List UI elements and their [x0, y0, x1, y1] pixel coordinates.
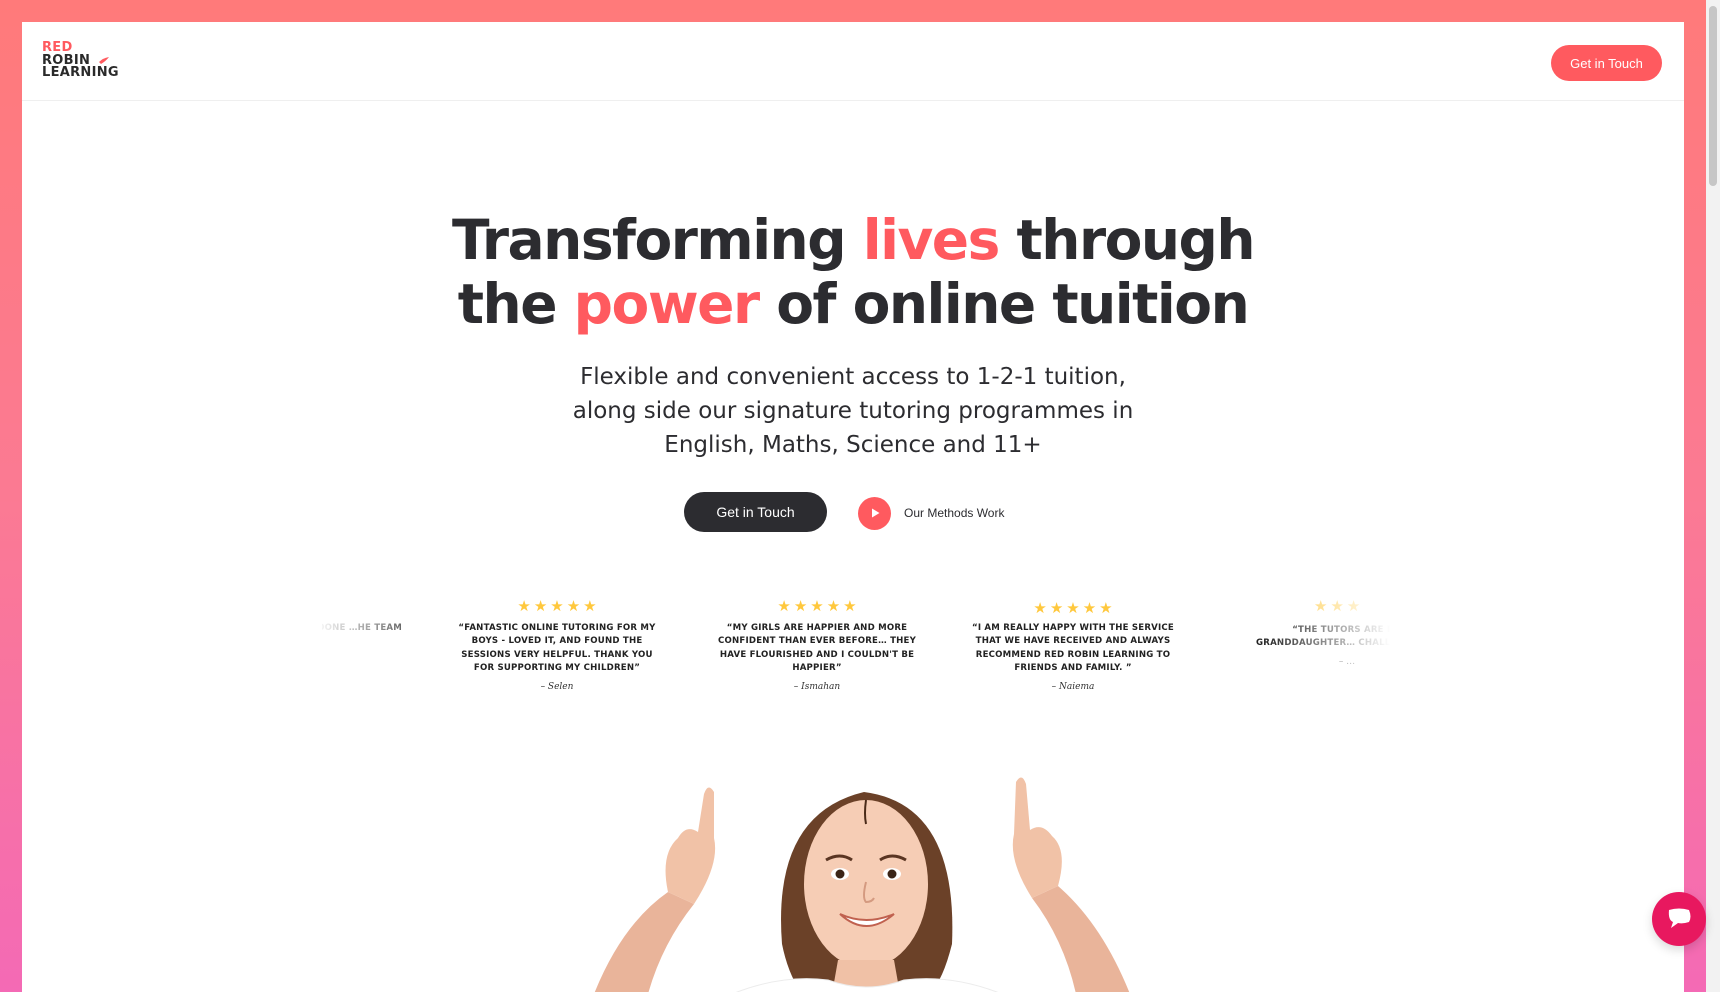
hero-title-accent-lives: lives [862, 208, 1001, 272]
hero-student-image [594, 777, 1130, 992]
review-quote: “I AM REALLY HAPPY WITH THE SERVICE THAT… [972, 623, 1174, 674]
review-card: ★ ★ ★ ★ ★ “FANTASTIC ONLINE TUTORING FOR MY … [452, 598, 662, 692]
star-icon: ★ [826, 598, 841, 615]
hero-title-text: through [998, 208, 1255, 272]
our-methods-label: Our Methods Work [904, 506, 1005, 520]
scrollbar-thumb[interactable] [1709, 6, 1717, 186]
star-icon: ★ [533, 598, 548, 615]
review-card: ★ ★ ★ “THE TUTORS ARE E… GRANDDAUGHTER… CH… [1242, 598, 1422, 667]
star-icon: ★ [1330, 598, 1344, 615]
review-stars: ★ ★ ★ ★ ★ [968, 600, 1178, 620]
star-icon: ★ [1314, 598, 1328, 615]
hero-subtitle-line: along side our signature tutoring progra… [572, 398, 1134, 424]
logo-line-learning: LEARNING [42, 65, 119, 80]
hero-subtitle: Flexible and convenient access to 1-2-1 … [22, 360, 1684, 462]
star-icon: ★ [566, 598, 581, 615]
review-quote: …ICE ON …AS DONE …HE TEAM [322, 623, 402, 633]
star-icon: ★ [843, 598, 857, 615]
review-quote: “MY GIRLS ARE HAPPIER AND MORE CONFIDENT… [717, 623, 917, 674]
hero-title-text: of online tuition [758, 272, 1250, 336]
star-icon: ★ [1033, 600, 1047, 617]
review-card: ★ ★ ★ ★ ★ “MY GIRLS ARE HAPPIER AND MORE CON… [712, 598, 922, 692]
review-stars: ★ ★ ★ [1242, 598, 1422, 618]
header-get-in-touch-button[interactable]: Get in Touch [1551, 45, 1662, 81]
hero-cta-row: Get in Touch Our Methods Work [684, 492, 1044, 534]
review-author: – … [1338, 656, 1356, 667]
star-icon: ★ [1346, 598, 1361, 615]
star-icon: ★ [1099, 600, 1113, 617]
review-quote: “THE TUTORS ARE E… GRANDDAUGHTER… CHALLE… [1256, 625, 1422, 649]
our-methods-video-link[interactable]: Our Methods Work [858, 496, 1004, 530]
page-scrollbar[interactable] [1706, 0, 1720, 992]
page: RED ROBIN LEARNING Get in Touch Transfor… [22, 22, 1684, 992]
star-icon: ★ [1082, 600, 1097, 617]
hero-title-text: Transforming [451, 208, 863, 272]
review-quote: “FANTASTIC ONLINE TUTORING FOR MY BOYS -… [458, 623, 656, 674]
star-icon: ★ [583, 598, 597, 615]
star-icon: ★ [1066, 600, 1080, 617]
review-author: – Naiema [1051, 681, 1095, 692]
review-stars [322, 598, 402, 618]
review-card: …ICE ON …AS DONE …HE TEAM [322, 598, 402, 635]
play-icon[interactable] [858, 496, 891, 530]
chat-widget-button[interactable] [1652, 892, 1706, 946]
review-author: – Ismahan [793, 681, 841, 692]
reviews-carousel[interactable]: …ICE ON …AS DONE …HE TEAM ★★★★★ “FANTAST… [322, 598, 1422, 728]
hero-subtitle-line: English, Maths, Science and 11+ [664, 432, 1042, 458]
hero-title-text: the [457, 272, 574, 336]
star-icon: ★ [550, 598, 564, 615]
hero-title: Transforming lives through the power of … [22, 208, 1684, 336]
star-icon: ★ [517, 598, 531, 615]
review-stars: ★ ★ ★ ★ ★ [452, 598, 662, 618]
review-card: ★ ★ ★ ★ ★ “I AM REALLY HAPPY WITH THE SERVIC… [968, 598, 1178, 692]
hero-get-in-touch-button[interactable]: Get in Touch [684, 492, 827, 532]
chat-icon [1668, 908, 1691, 928]
star-icon: ★ [1049, 600, 1064, 617]
star-icon: ★ [810, 598, 824, 615]
hero-title-accent-power: power [573, 272, 760, 336]
review-stars: ★ ★ ★ ★ ★ [712, 598, 922, 618]
site-header: RED ROBIN LEARNING Get in Touch [22, 22, 1684, 101]
logo[interactable]: RED ROBIN LEARNING [42, 41, 152, 82]
review-author: – Selen [540, 681, 574, 692]
hero-subtitle-line: Flexible and convenient access to 1-2-1 … [580, 364, 1126, 390]
robin-bird-icon [99, 57, 109, 64]
star-icon: ★ [777, 598, 791, 615]
star-icon: ★ [793, 598, 808, 615]
